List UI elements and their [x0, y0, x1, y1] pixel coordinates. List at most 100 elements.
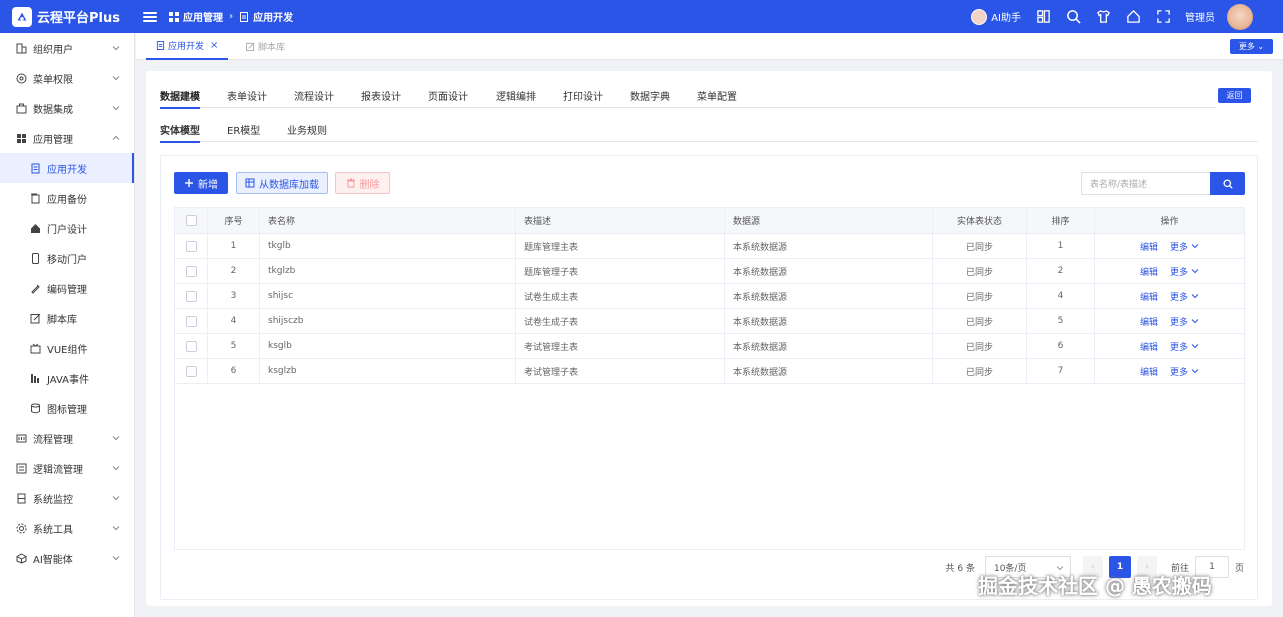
main-tab-4[interactable]: 页面设计: [428, 88, 468, 103]
more-tabs-button[interactable]: 更多 ⌄: [1230, 39, 1273, 54]
sidebar-item-14[interactable]: 逻辑流管理: [0, 453, 134, 483]
edit-link[interactable]: 编辑: [1140, 240, 1158, 253]
sidebar-item-4[interactable]: 应用开发: [0, 153, 134, 183]
sub-tab-2[interactable]: 业务规则: [287, 122, 327, 137]
cell-actions: 编辑 更多: [1095, 284, 1244, 308]
load-label: 从数据库加载: [259, 179, 319, 191]
back-button[interactable]: 返回: [1218, 88, 1251, 103]
sidebar-item-7[interactable]: 移动门户: [0, 243, 134, 273]
sidebar-item-12[interactable]: 图标管理: [0, 393, 134, 423]
sidebar-item-0[interactable]: 组织用户: [0, 33, 134, 63]
cell-order: 7: [1027, 359, 1095, 383]
row-checkbox[interactable]: [185, 340, 197, 352]
sidebar-item-16[interactable]: 系统工具: [0, 513, 134, 543]
sub-tab-1[interactable]: ER模型: [227, 122, 260, 137]
sidebar-item-9[interactable]: 脚本库: [0, 303, 134, 333]
user-avatar[interactable]: [1227, 3, 1253, 30]
main-tab-6[interactable]: 打印设计: [563, 88, 603, 103]
breadcrumb-item-app-manage[interactable]: 应用管理: [183, 9, 223, 24]
main-tab-7[interactable]: 数据字典: [630, 88, 670, 103]
home-icon[interactable]: [1125, 9, 1141, 25]
main-tab-1[interactable]: 表单设计: [227, 88, 267, 103]
row-checkbox-cell: [175, 309, 208, 333]
row-checkbox[interactable]: [185, 290, 197, 302]
tab-label: 脚本库: [258, 43, 286, 53]
layout-icon[interactable]: [1035, 9, 1051, 25]
select-all-checkbox[interactable]: [185, 215, 197, 226]
edit-link[interactable]: 编辑: [1140, 340, 1158, 353]
sidebar-item-5[interactable]: 应用备份: [0, 183, 134, 213]
main-tab-2[interactable]: 流程设计: [294, 88, 334, 103]
main-tab-8[interactable]: 菜单配置: [697, 88, 737, 103]
cell-order: 5: [1027, 309, 1095, 333]
cell-actions: 编辑 更多: [1095, 309, 1244, 333]
sidebar-item-label: 应用管理: [33, 134, 73, 146]
sidebar-item-11[interactable]: JAVA事件: [0, 363, 134, 393]
cell-actions: 编辑 更多: [1095, 359, 1244, 383]
page-unit-label: 页: [1234, 563, 1244, 574]
cell-source: 本系统数据源: [725, 359, 933, 383]
tab-script-lib[interactable]: 脚本库: [236, 33, 295, 60]
main-card: 数据建模 表单设计 流程设计 报表设计 页面设计 逻辑编排 打印设计 数据字典 菜单配置 返回 …: [146, 71, 1272, 606]
theme-shirt-icon[interactable]: [1095, 9, 1111, 25]
more-actions-link[interactable]: 更多: [1170, 265, 1199, 278]
search-icon[interactable]: [1065, 9, 1081, 25]
table-row: 1 tkglb 题库管理主表 本系统数据源 已同步 1 编辑 更多: [175, 234, 1244, 259]
edit-link[interactable]: 编辑: [1140, 290, 1158, 303]
logo-icon: [12, 6, 32, 27]
fullscreen-icon[interactable]: [1155, 9, 1171, 25]
sidebar-item-6[interactable]: 门户设计: [0, 213, 134, 243]
add-button[interactable]: 新增: [174, 172, 228, 194]
more-actions-link[interactable]: 更多: [1170, 240, 1199, 253]
sidebar-item-3[interactable]: 应用管理: [0, 123, 134, 153]
breadcrumb-separator: ›: [229, 11, 234, 22]
sidebar-item-10[interactable]: VUE组件: [0, 333, 134, 363]
chevron-up-icon: [112, 135, 120, 140]
logo[interactable]: 云程平台Plus: [0, 6, 135, 27]
sub-tab-0[interactable]: 实体模型: [160, 122, 200, 143]
sidebar-item-1[interactable]: 菜单权限: [0, 63, 134, 93]
chevron-down-icon: [1191, 319, 1199, 324]
main-tab-5[interactable]: 逻辑编排: [496, 88, 536, 103]
sidebar-item-8[interactable]: 编码管理: [0, 273, 134, 303]
cell-desc: 试卷生成主表: [516, 284, 725, 308]
row-checkbox[interactable]: [185, 315, 197, 327]
sidebar-item-17[interactable]: AI智能体: [0, 543, 134, 573]
row-checkbox[interactable]: [185, 240, 197, 252]
more-actions-link[interactable]: 更多: [1170, 365, 1199, 378]
breadcrumb-item-app-dev: 应用开发: [253, 13, 294, 24]
chevron-down-icon: [1191, 269, 1199, 274]
main-tab-3[interactable]: 报表设计: [361, 88, 401, 103]
close-icon[interactable]: ×: [210, 40, 218, 51]
row-checkbox[interactable]: [185, 365, 197, 377]
delete-button[interactable]: 删除: [335, 172, 390, 194]
sidebar-item-2[interactable]: 数据集成: [0, 93, 134, 123]
more-actions-link[interactable]: 更多: [1170, 340, 1199, 353]
tab-app-dev[interactable]: 应用开发 ×: [146, 33, 229, 60]
edit-link[interactable]: 编辑: [1140, 365, 1158, 378]
search-input[interactable]: 表名称/表描述: [1081, 172, 1210, 195]
load-from-db-button[interactable]: 从数据库加载: [236, 172, 328, 194]
sidebar-item-13[interactable]: 流程管理: [0, 423, 134, 453]
trash-icon: [346, 178, 355, 188]
table-row: 4 shijsczb 试卷生成子表 本系统数据源 已同步 5 编辑 更多: [175, 309, 1244, 334]
sidebar-item-15[interactable]: 系统监控: [0, 483, 134, 513]
cell-no: 1: [208, 234, 260, 258]
database-icon: [245, 178, 255, 188]
cell-status: 已同步: [933, 359, 1027, 383]
edit-link[interactable]: 编辑: [1140, 315, 1158, 328]
edit-link[interactable]: 编辑: [1140, 265, 1158, 278]
main-tab-0[interactable]: 数据建模: [160, 88, 200, 109]
menu-toggle-icon[interactable]: [143, 10, 157, 24]
ai-assistant-button[interactable]: AI助手: [971, 8, 1021, 25]
total-count: 共 6 条: [945, 563, 975, 574]
more-actions-link[interactable]: 更多: [1170, 290, 1199, 303]
search-button[interactable]: [1210, 172, 1245, 195]
cell-desc: 考试管理主表: [516, 334, 725, 358]
doc-icon: [240, 11, 249, 22]
user-name[interactable]: 管理员: [1185, 9, 1215, 24]
chevron-down-icon: [112, 76, 120, 81]
row-checkbox[interactable]: [185, 265, 197, 277]
cell-name: shijsczb: [260, 309, 516, 333]
more-actions-link[interactable]: 更多: [1170, 315, 1199, 328]
